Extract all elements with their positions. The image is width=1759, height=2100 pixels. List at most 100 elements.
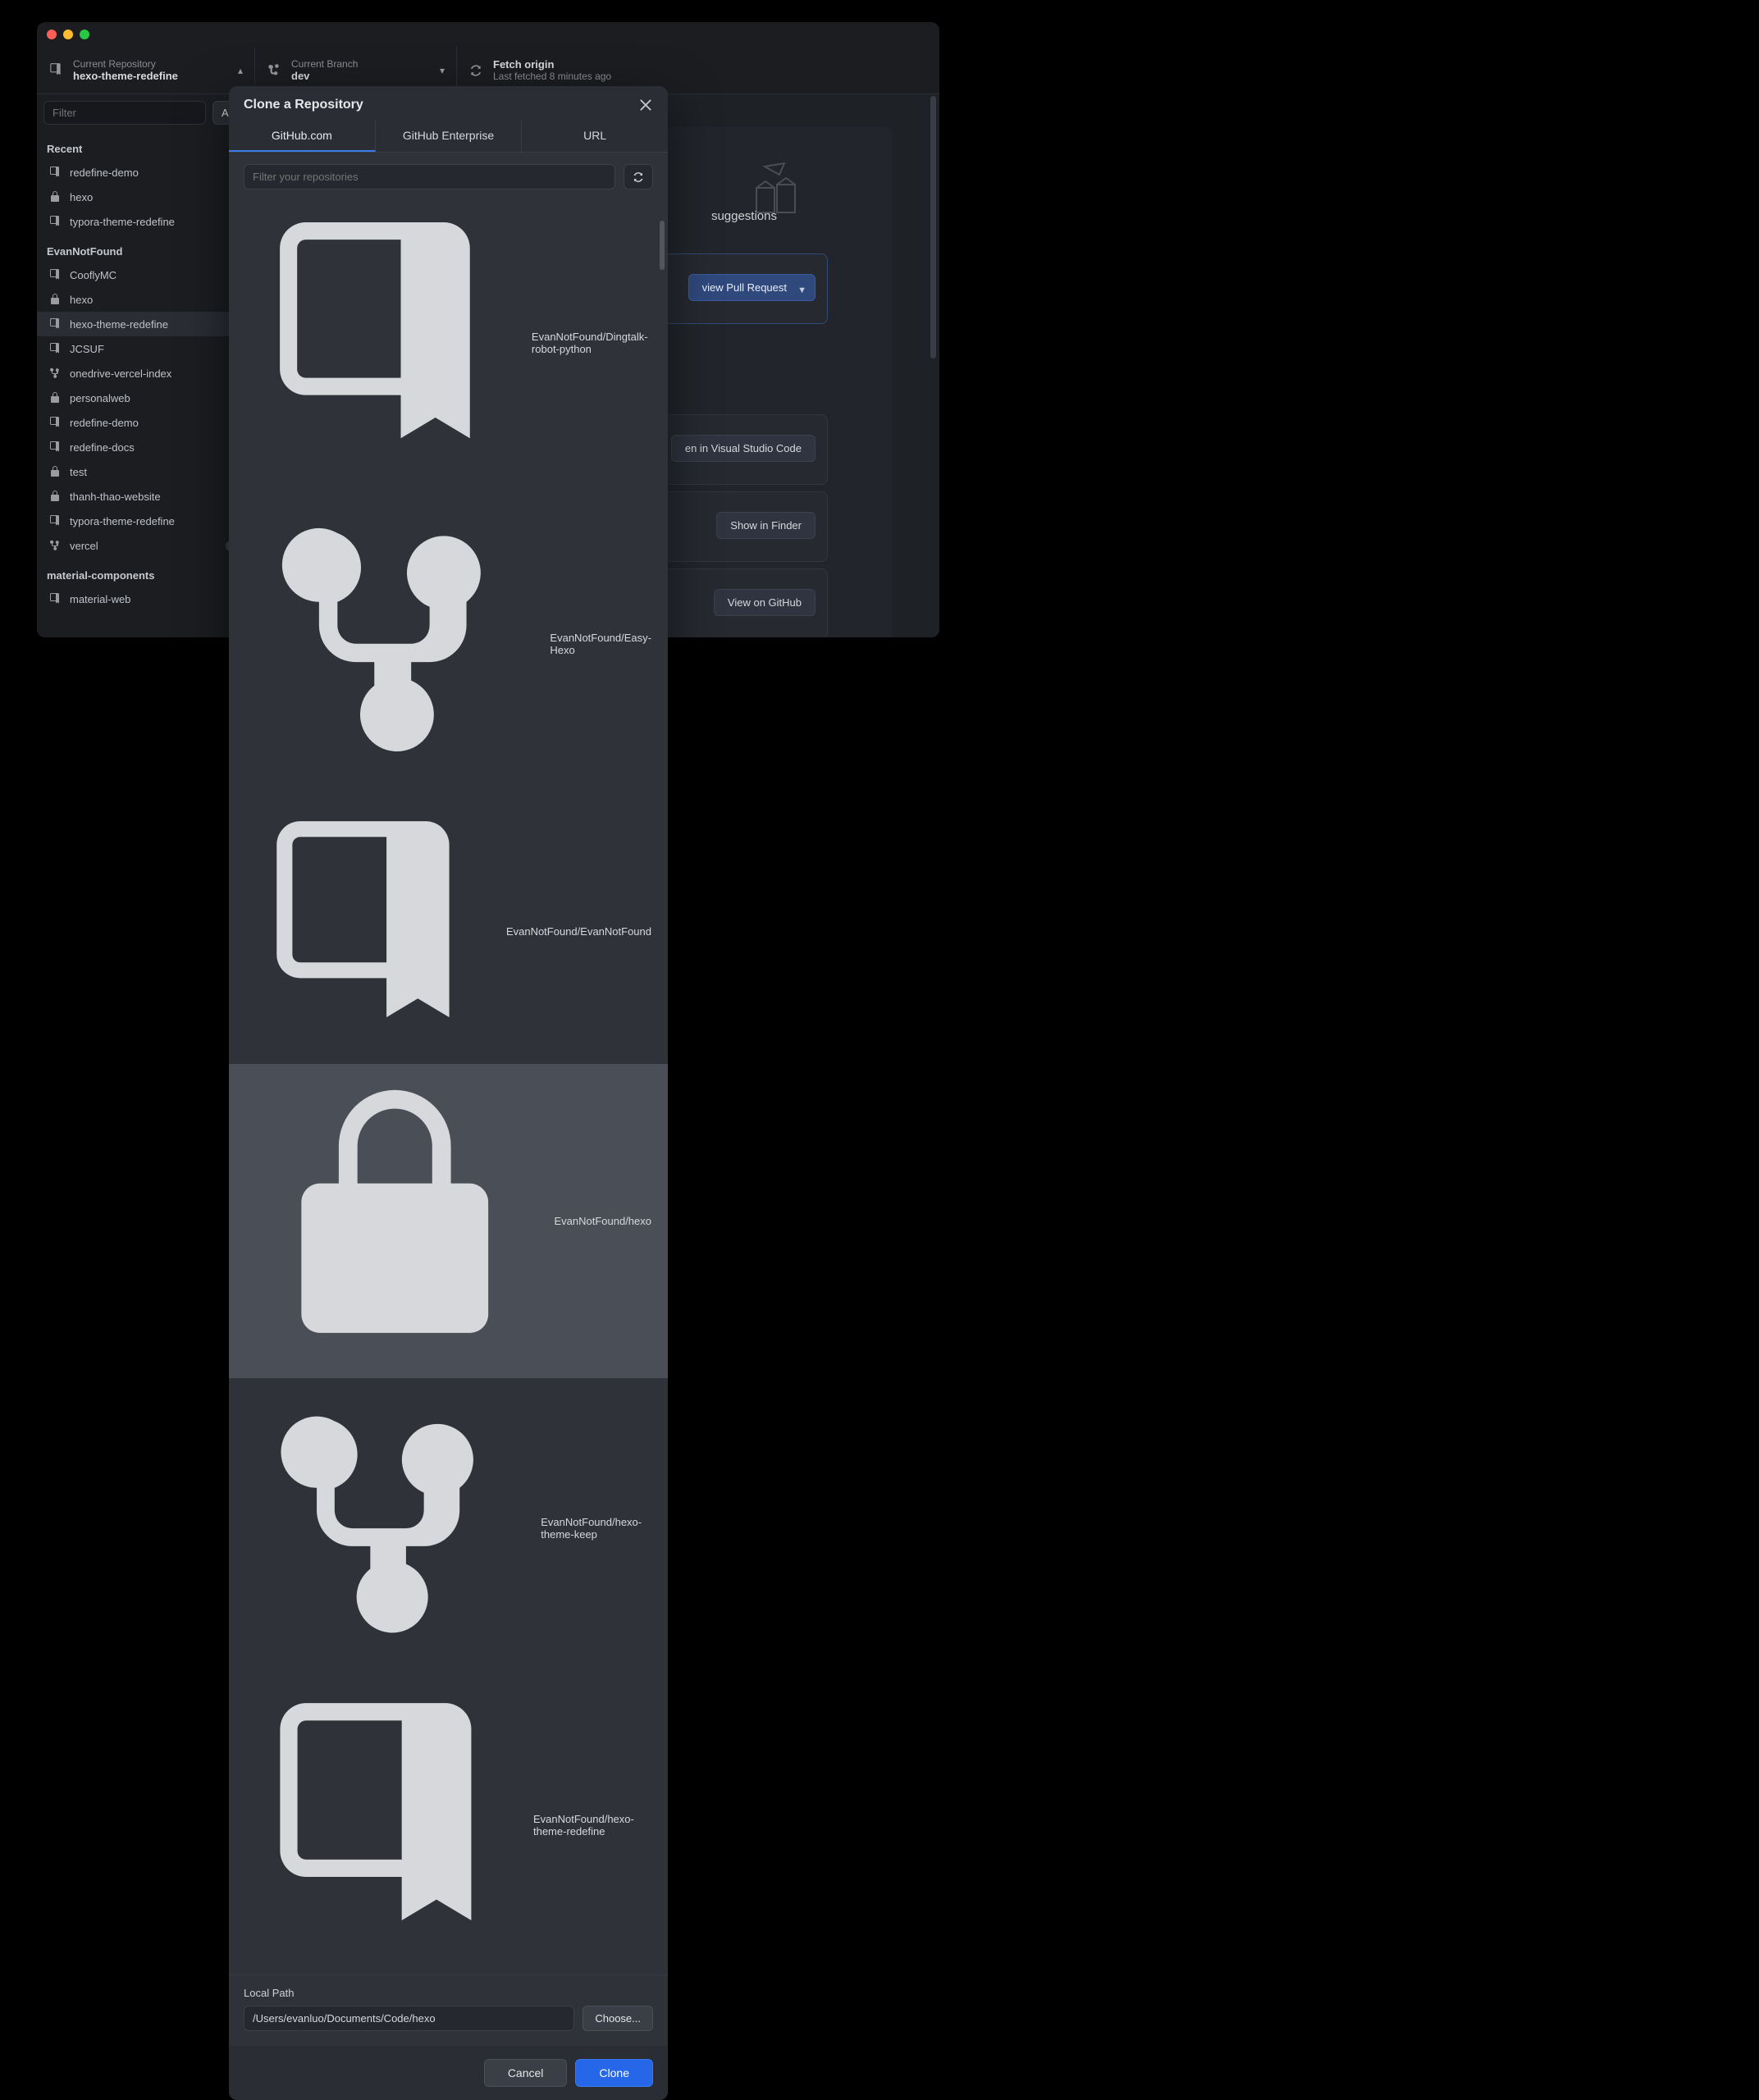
sidebar-item-label: JCSUF	[70, 343, 104, 355]
sidebar-section-header: material-components	[37, 558, 254, 587]
scrollbar[interactable]	[929, 96, 938, 636]
sidebar-section-header: EvanNotFound	[37, 234, 254, 262]
sidebar-item-label: thanh-thao-website	[70, 491, 161, 503]
lock-icon	[245, 1071, 544, 1370]
sidebar-item[interactable]: thanh-thao-website	[37, 484, 254, 509]
repo-icon	[48, 62, 63, 77]
clone-tab[interactable]: GitHub.com	[229, 121, 376, 152]
clone-source-tabs: GitHub.comGitHub EnterpriseURL	[229, 121, 668, 153]
sidebar-item[interactable]: redefine-docs	[37, 435, 254, 459]
clone-tab[interactable]: URL	[522, 121, 668, 152]
repository-sidebar: Add ▼ Recentredefine-demohexotypora-them…	[37, 94, 255, 637]
fetch-label: Fetch origin	[493, 58, 611, 71]
sidebar-item[interactable]: JCSUF	[37, 336, 254, 361]
local-path-input[interactable]	[244, 2006, 574, 2031]
suggestions-label: suggestions	[711, 209, 777, 223]
sidebar-item[interactable]: typora-theme-redefine	[37, 209, 254, 234]
repo-list-item[interactable]: EvanNotFound/hexo	[229, 1064, 668, 1377]
choose-path-button[interactable]: Choose...	[583, 2006, 653, 2031]
sidebar-item[interactable]: personalweb	[37, 386, 254, 410]
repo-list-item[interactable]: EvanNotFound/Dingtalk-robot-python	[244, 198, 653, 489]
repo-value: hexo-theme-redefine	[73, 70, 178, 83]
sidebar-item[interactable]: hexo-theme-redefine	[37, 312, 254, 336]
sidebar-item[interactable]: redefine-demo	[37, 160, 254, 185]
cancel-button[interactable]: Cancel	[484, 2059, 568, 2087]
branch-icon	[267, 62, 281, 77]
repo-icon	[48, 215, 62, 228]
view-on-github-button[interactable]: View on GitHub	[714, 589, 816, 616]
dialog-title: Clone a Repository	[244, 98, 363, 112]
repo-icon	[48, 592, 62, 605]
window-minimize-button[interactable]	[63, 30, 73, 39]
sidebar-item[interactable]: hexo	[37, 185, 254, 209]
repo-icon	[245, 806, 496, 1057]
repo-icon	[48, 317, 62, 331]
sidebar-item-label: material-web	[70, 593, 130, 605]
repo-name: EvanNotFound/EvanNotFound	[506, 925, 651, 938]
sidebar-item[interactable]: CooflyMC	[37, 262, 254, 287]
repo-icon	[245, 205, 522, 482]
repo-icon	[245, 1686, 523, 1964]
fork-icon	[245, 1386, 531, 1671]
repo-name: EvanNotFound/hexo-theme-keep	[541, 1516, 651, 1541]
repo-label: Current Repository	[73, 58, 178, 70]
sidebar-item-label: hexo	[70, 294, 93, 306]
repo-list-item[interactable]: EvanNotFound/EvanNotFound	[244, 798, 653, 1064]
chevron-up-icon: ▴	[238, 65, 243, 76]
list-scrollbar[interactable]	[660, 221, 665, 270]
sidebar-item[interactable]: onedrive-vercel-index	[37, 361, 254, 386]
sidebar-item[interactable]: typora-theme-redefine	[37, 509, 254, 533]
sidebar-item-label: onedrive-vercel-index	[70, 368, 171, 380]
branch-label: Current Branch	[291, 58, 358, 70]
view-pull-request-button[interactable]: view Pull Request ▼	[688, 274, 816, 301]
lock-icon	[48, 293, 62, 306]
sidebar-item-label: CooflyMC	[70, 269, 117, 281]
sidebar-item[interactable]: redefine-demo	[37, 410, 254, 435]
local-path-label: Local Path	[244, 1987, 653, 1999]
lock-icon	[48, 190, 62, 203]
repo-name: EvanNotFound/hexo	[554, 1215, 651, 1227]
sidebar-item[interactable]: material-web	[37, 587, 254, 611]
clone-tab[interactable]: GitHub Enterprise	[376, 121, 523, 152]
sidebar-item-label: typora-theme-redefine	[70, 515, 175, 527]
sidebar-item-label: vercel	[70, 540, 98, 552]
sync-icon	[468, 63, 483, 78]
sidebar-item-label: redefine-demo	[70, 417, 139, 429]
refresh-icon	[632, 171, 645, 184]
sidebar-item[interactable]: hexo	[37, 287, 254, 312]
lock-icon	[48, 490, 62, 503]
repo-icon	[48, 342, 62, 355]
sidebar-item-label: test	[70, 466, 87, 478]
sidebar-item-label: personalweb	[70, 392, 130, 404]
show-in-finder-button[interactable]: Show in Finder	[716, 512, 816, 539]
window-zoom-button[interactable]	[80, 30, 89, 39]
fork-icon	[245, 496, 540, 791]
repo-list-item[interactable]: EvanNotFound/hexo-theme-redefine	[244, 1678, 653, 1971]
repo-list-item[interactable]: EvanNotFound/hexo-theme-keep	[244, 1378, 653, 1678]
sidebar-item-label: redefine-docs	[70, 441, 135, 454]
sidebar-item[interactable]: vercel	[37, 533, 254, 558]
sidebar-item-label: hexo-theme-redefine	[70, 318, 168, 331]
refresh-button[interactable]	[624, 164, 653, 189]
clone-button[interactable]: Clone	[575, 2059, 653, 2087]
open-in-editor-button[interactable]: en in Visual Studio Code	[671, 435, 816, 462]
repo-icon	[48, 514, 62, 527]
branch-value: dev	[291, 70, 358, 83]
fork-icon	[48, 539, 62, 552]
chevron-down-icon: ▾	[440, 65, 445, 76]
fetch-status: Last fetched 8 minutes ago	[493, 71, 611, 82]
close-icon[interactable]	[638, 98, 653, 112]
titlebar	[37, 22, 939, 47]
sidebar-item[interactable]: test	[37, 459, 254, 484]
current-repository-dropdown[interactable]: Current Repository hexo-theme-redefine ▴	[37, 47, 255, 94]
sidebar-item-label: typora-theme-redefine	[70, 216, 175, 228]
window-close-button[interactable]	[47, 30, 57, 39]
lock-icon	[48, 465, 62, 478]
repo-list-item[interactable]: EvanNotFound/Easy-Hexo	[244, 489, 653, 798]
repo-icon	[48, 166, 62, 179]
sidebar-item-label: hexo	[70, 191, 93, 203]
repo-icon	[48, 416, 62, 429]
sidebar-filter-input[interactable]	[43, 101, 206, 125]
repo-icon	[48, 441, 62, 454]
repo-filter-input[interactable]	[244, 164, 615, 189]
